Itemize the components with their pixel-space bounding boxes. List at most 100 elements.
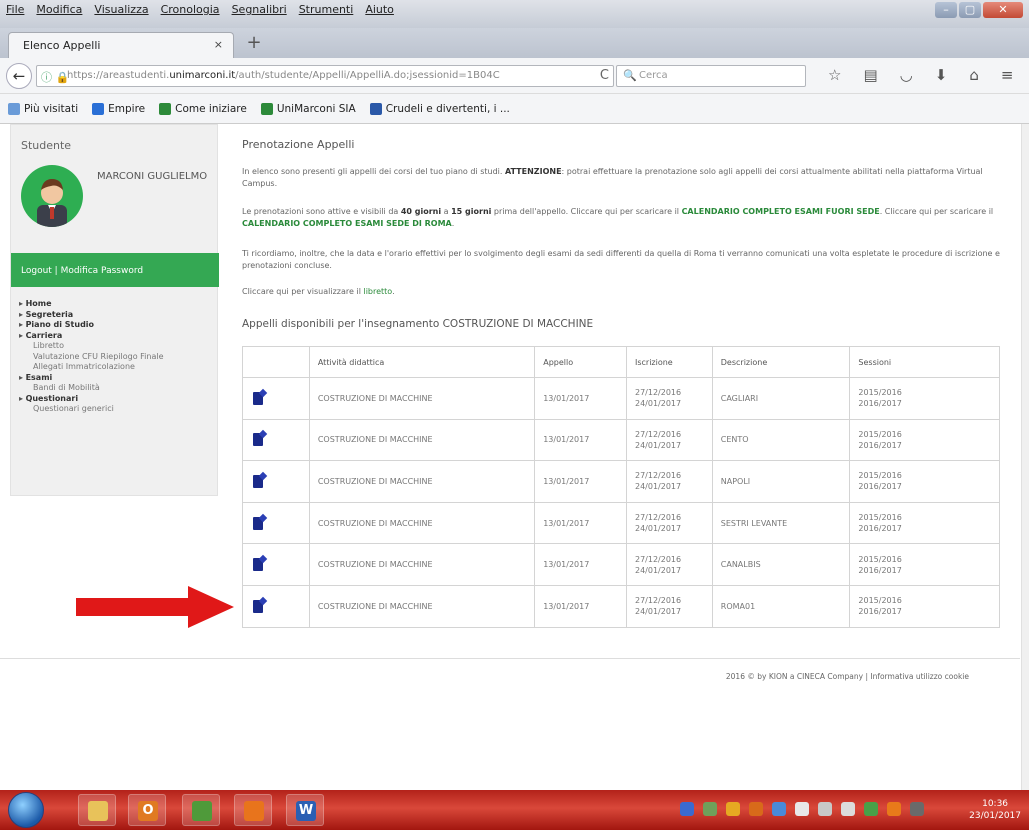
attivita-cell: COSTRUZIONE DI MACCHINE	[308, 585, 534, 627]
search-input[interactable]: 🔍 Cerca	[616, 65, 806, 87]
bookmark-item[interactable]: Empire	[92, 102, 145, 115]
bookmark-icon	[8, 102, 20, 115]
prenota-icon[interactable]	[253, 391, 263, 405]
explorer-icon	[88, 801, 108, 821]
maximize-button[interactable]: ▢	[959, 2, 981, 18]
bookmark-item[interactable]: Come iniziare	[159, 102, 247, 115]
appelli-table: Attività didattica Appello Iscrizione De…	[242, 346, 1000, 628]
star-icon[interactable]: ☆	[828, 66, 841, 84]
menu-icon[interactable]: ≡	[1001, 66, 1014, 84]
book-cell	[243, 461, 309, 502]
tab-elenco-appelli[interactable]: Elenco Appelli ×	[8, 32, 234, 58]
header-cell	[243, 347, 309, 377]
start-button[interactable]	[8, 792, 44, 828]
sidebar-item[interactable]: Piano di Studio	[19, 320, 164, 331]
taskbar-app-explorer[interactable]	[78, 794, 116, 826]
sidebar-item[interactable]: Questionari generici	[19, 404, 164, 415]
tab-title: Elenco Appelli	[23, 39, 101, 52]
sidebar-item[interactable]: Valutazione CFU Riepilogo Finale	[19, 352, 164, 363]
bookmark-item[interactable]: Più visitati	[8, 102, 79, 115]
menu-file[interactable]: File	[6, 3, 24, 16]
calendar-fuori-sede-link[interactable]: CALENDARIO COMPLETO ESAMI FUORI SEDE	[682, 207, 880, 216]
sidebar-heading: Studente	[21, 139, 72, 152]
clock[interactable]: 10:36 23/01/2017	[969, 798, 1021, 822]
url-bar[interactable]: ⓘ 🔒 https://areastudenti.unimarconi.it/a…	[36, 65, 614, 87]
sidebar-item[interactable]: Carriera	[19, 331, 164, 342]
close-window-button[interactable]: ✕	[983, 2, 1023, 18]
iscrizione-cell: 27/12/2016 24/01/2017	[625, 502, 712, 544]
tray-icon[interactable]	[703, 802, 717, 816]
calendar-roma-link[interactable]: CALENDARIO COMPLETO ESAMI SEDE DI ROMA	[242, 219, 452, 228]
tray-icon[interactable]	[841, 802, 855, 816]
logout-link[interactable]: Logout | Modifica Password	[11, 253, 219, 287]
header-cell: Iscrizione	[625, 347, 712, 377]
libretto-paragraph: Cliccare qui per visualizzare il librett…	[242, 287, 395, 296]
libretto-link[interactable]: libretto	[363, 287, 392, 296]
prenota-icon[interactable]	[253, 433, 263, 447]
tray-icon[interactable]	[864, 802, 878, 816]
prenota-icon[interactable]	[253, 474, 263, 488]
home-icon[interactable]: ⌂	[969, 66, 979, 84]
tray-icon[interactable]	[818, 802, 832, 816]
bookmark-icon	[92, 102, 105, 115]
sidebar: Studente MARCONI GUGLIELMO Logout | Modi…	[10, 124, 219, 496]
bookmark-label: Più visitati	[24, 102, 79, 115]
taskbar-app-office[interactable]: O	[128, 794, 166, 826]
firefox-icon	[244, 801, 264, 821]
taskbar-app-firefox[interactable]	[234, 794, 272, 826]
sidebar-item[interactable]: Bandi di Mobilità	[19, 383, 164, 394]
prenota-icon[interactable]	[253, 599, 263, 613]
sidebar-item[interactable]: Esami	[19, 373, 164, 384]
tray-icon[interactable]	[795, 802, 809, 816]
appello-cell: 13/01/2017	[534, 544, 626, 585]
tray-icon[interactable]	[726, 802, 740, 816]
reload-icon[interactable]: C	[600, 68, 609, 83]
minimize-button[interactable]: –	[935, 2, 957, 18]
iscrizione-start: 27/12/2016	[634, 429, 682, 439]
descrizione-cell: SESTRI LEVANTE	[711, 502, 850, 544]
bookmark-item[interactable]: UniMarconi SIA	[260, 102, 356, 115]
appello-cell: 13/01/2017	[534, 419, 626, 461]
sidebar-item[interactable]: Libretto	[19, 341, 164, 352]
iscrizione-start: 27/12/2016	[634, 596, 682, 606]
tray-icon[interactable]	[887, 802, 901, 816]
prenota-icon[interactable]	[253, 558, 263, 572]
new-tab-button[interactable]: +	[242, 32, 266, 54]
menu-visualizza[interactable]: Visualizza	[94, 3, 148, 16]
taskbar-app-paint[interactable]	[182, 794, 220, 826]
pocket-icon[interactable]: ◡	[900, 66, 913, 84]
back-button[interactable]: ←	[6, 63, 32, 89]
menu-modifica[interactable]: Modifica	[36, 3, 82, 16]
menu-strumenti[interactable]: Strumenti	[299, 3, 354, 16]
table-row: COSTRUZIONE DI MACCHINE 13/01/2017 27/12/2…	[243, 418, 999, 461]
taskbar-app-word[interactable]: W	[286, 794, 324, 826]
page-content: Studente MARCONI GUGLIELMO Logout | Modi…	[0, 124, 1029, 790]
download-icon[interactable]: ⬇	[935, 66, 948, 84]
sidebar-item[interactable]: Allegati Immatricolazione	[19, 362, 164, 373]
iscrizione-end: 24/01/2017	[634, 524, 682, 534]
tray-icon[interactable]	[680, 802, 694, 816]
bookmark-item[interactable]: Crudeli e divertenti, i ...	[369, 102, 510, 115]
sidebar-item[interactable]: Questionari	[19, 394, 164, 405]
sessione-2: 2016/2017	[858, 524, 902, 534]
bookmarks-icon[interactable]: ▤	[863, 66, 877, 84]
prenota-icon[interactable]	[253, 516, 263, 530]
sidebar-item[interactable]: Segreteria	[19, 310, 164, 321]
menu-cronologia[interactable]: Cronologia	[161, 3, 220, 16]
tray-icon[interactable]	[910, 802, 924, 816]
table-header: Attività didattica Appello Iscrizione De…	[243, 347, 999, 377]
iscrizione-end: 24/01/2017	[634, 565, 682, 575]
sessioni-cell: 2015/2016 2016/2017	[849, 419, 999, 461]
menu-segnalibri[interactable]: Segnalibri	[232, 3, 287, 16]
attivita-cell: COSTRUZIONE DI MACCHINE	[308, 419, 534, 461]
page-scrollbar[interactable]	[1021, 124, 1029, 790]
lock-icon: ⓘ 🔒	[41, 71, 70, 84]
menu-aiuto[interactable]: Aiuto	[365, 3, 394, 16]
tab-close-icon[interactable]: ×	[214, 38, 223, 51]
iscrizione-start: 27/12/2016	[634, 513, 682, 523]
tray-icon[interactable]	[749, 802, 763, 816]
tray-icon[interactable]	[772, 802, 786, 816]
sessioni-cell: 2015/2016 2016/2017	[849, 585, 999, 627]
section-title: Appelli disponibili per l'insegnamento C…	[242, 318, 594, 330]
sidebar-item[interactable]: Home	[19, 299, 164, 310]
